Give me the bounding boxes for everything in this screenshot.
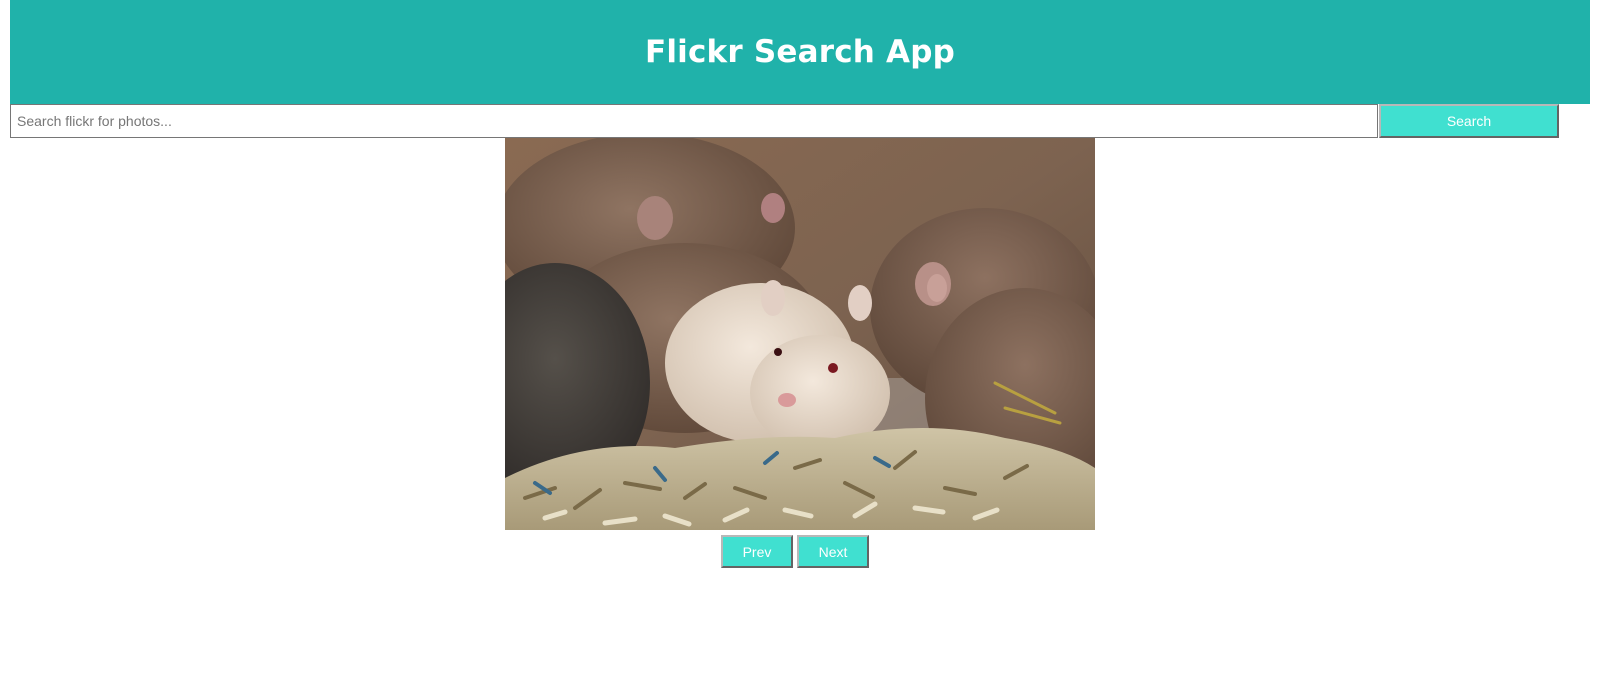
prev-button[interactable]: Prev <box>721 535 793 568</box>
search-input[interactable] <box>10 104 1378 138</box>
search-result-photo <box>505 138 1095 530</box>
page-title: Flickr Search App <box>644 34 956 70</box>
next-button[interactable]: Next <box>797 535 869 568</box>
search-button[interactable]: Search <box>1379 104 1559 138</box>
search-bar: Search <box>10 104 1590 138</box>
photo-container <box>10 138 1590 530</box>
pagination: Prev Next <box>0 535 1590 568</box>
app-container: Flickr Search App Search flickr for phot… <box>10 0 1590 568</box>
app-header: Flickr Search App <box>10 0 1590 104</box>
